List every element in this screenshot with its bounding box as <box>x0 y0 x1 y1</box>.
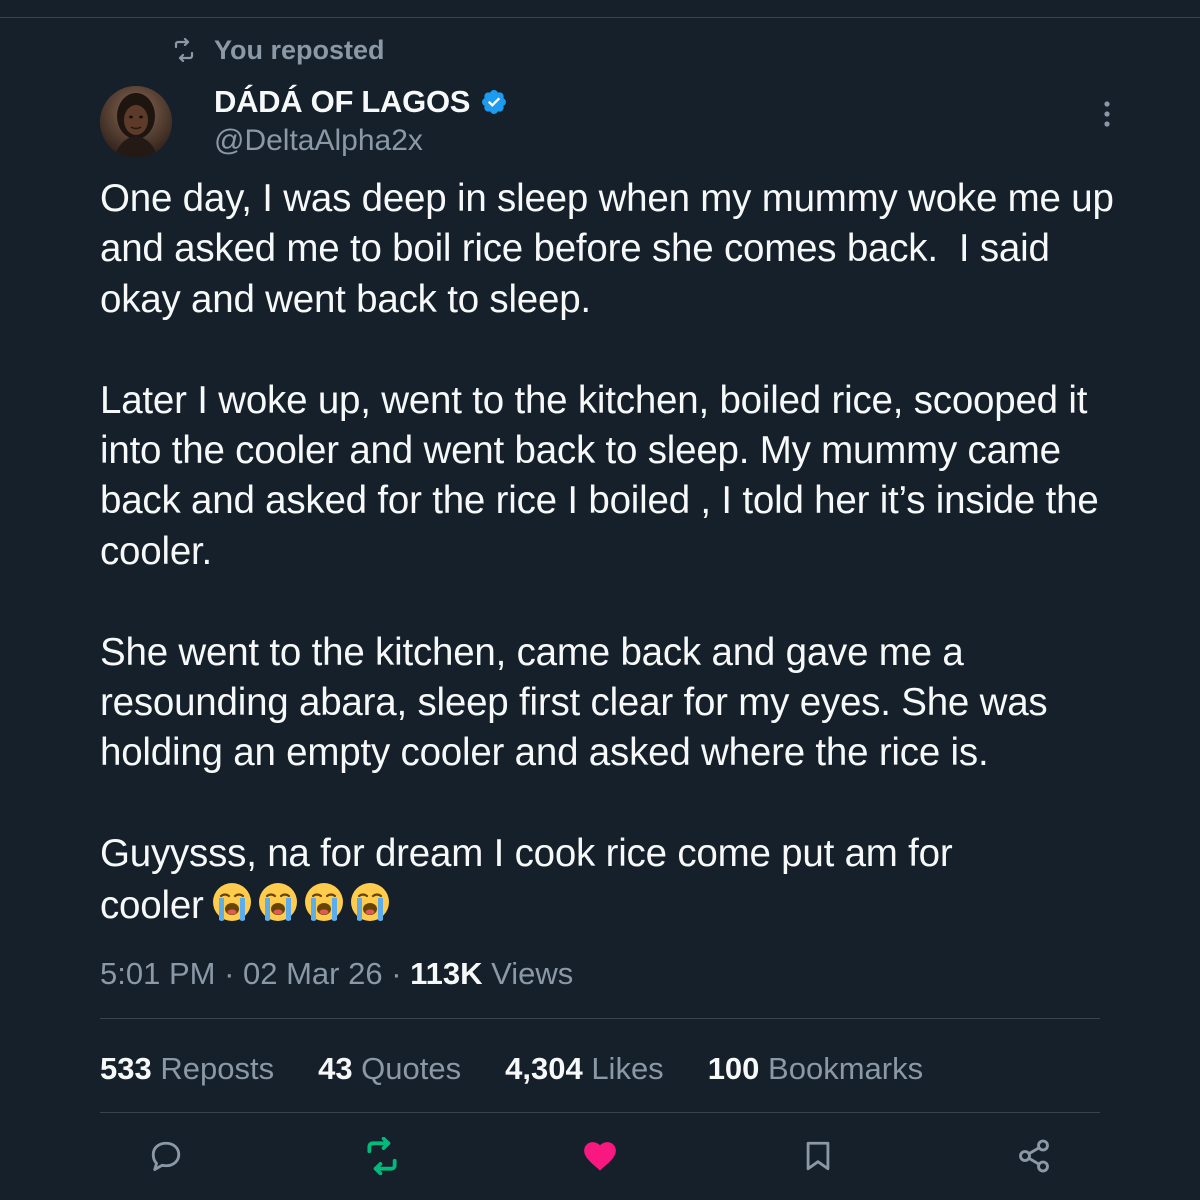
author-name-row: DÁDÁ OF LAGOS <box>214 82 508 122</box>
action-bar <box>0 1134 1200 1178</box>
tweet-paragraph: One day, I was deep in sleep when my mum… <box>100 177 1125 321</box>
stat-label: Likes <box>582 1051 664 1086</box>
top-divider <box>0 17 1200 18</box>
tweet-text: One day, I was deep in sleep when my mum… <box>100 174 1130 931</box>
repost-icon <box>367 1137 397 1175</box>
stat-quotes[interactable]: 43 Quotes <box>318 1051 461 1087</box>
stats-top-divider <box>100 1018 1100 1019</box>
stat-count: 533 <box>100 1051 152 1086</box>
heart-icon <box>584 1142 616 1171</box>
reply-icon <box>151 1141 181 1171</box>
loudly-crying-face-emoji <box>304 882 343 921</box>
views-label: Views <box>482 956 574 991</box>
emoji-row <box>210 880 394 924</box>
stat-label: Reposts <box>151 1051 275 1086</box>
stat-count: 100 <box>707 1051 760 1086</box>
like-button[interactable] <box>578 1134 622 1178</box>
more-vertical-icon <box>1104 101 1110 127</box>
views-count[interactable]: 113K <box>410 956 482 991</box>
loudly-crying-face-emoji <box>350 882 389 921</box>
verified-badge-icon[interactable] <box>480 88 508 116</box>
tweet-paragraph-text: Guyysss, na for dream I cook rice come p… <box>100 832 953 876</box>
share-icon <box>1019 1139 1049 1173</box>
meta-separator: · <box>215 956 244 991</box>
tweet-date[interactable]: 02 Mar 26 <box>243 956 383 991</box>
tweet-paragraph-last: Guyysss, na for dream I cook rice come p… <box>100 829 1130 931</box>
repost-context: You reposted <box>172 32 385 68</box>
author-handle[interactable]: @DeltaAlpha2x <box>214 124 508 158</box>
repost-icon <box>172 37 198 63</box>
stat-count: 4,304 <box>505 1051 583 1086</box>
stat-bookmarks[interactable]: 100 Bookmarks <box>708 1051 923 1087</box>
avatar-image <box>100 86 172 158</box>
tweet-paragraph: She went to the kitchen, came back and g… <box>100 630 1058 775</box>
tweet-time[interactable]: 5:01 PM <box>100 956 215 991</box>
meta-separator: · <box>382 956 411 991</box>
share-button[interactable] <box>1012 1134 1056 1178</box>
author-block: DÁDÁ OF LAGOS @DeltaAlpha2x <box>214 82 508 158</box>
actions-top-divider <box>100 1112 1100 1113</box>
bookmark-icon <box>806 1141 830 1171</box>
stat-label: Bookmarks <box>759 1051 924 1086</box>
engagement-stats: 533 Reposts 43 Quotes 4,304 Likes 100 Bo… <box>100 1048 967 1090</box>
avatar[interactable] <box>100 86 172 158</box>
stat-count: 43 <box>318 1051 353 1086</box>
more-options-button[interactable] <box>1092 96 1122 132</box>
stat-likes[interactable]: 4,304 Likes <box>505 1051 664 1087</box>
stat-reposts[interactable]: 533 Reposts <box>100 1051 274 1087</box>
tweet-paragraph: Later I woke up, went to the kitchen, bo… <box>100 378 1110 573</box>
author-display-name[interactable]: DÁDÁ OF LAGOS <box>214 84 470 120</box>
bookmark-button[interactable] <box>796 1134 840 1178</box>
stat-label: Quotes <box>352 1051 462 1086</box>
reply-button[interactable] <box>144 1134 188 1178</box>
tweet-line-end: cooler <box>100 883 204 927</box>
repost-context-label: You reposted <box>214 34 385 65</box>
loudly-crying-face-emoji <box>258 882 297 921</box>
loudly-crying-face-emoji <box>212 882 251 921</box>
repost-button[interactable] <box>360 1134 404 1178</box>
tweet-meta: 5:01 PM · 02 Mar 26 · 113K Views <box>100 956 573 992</box>
